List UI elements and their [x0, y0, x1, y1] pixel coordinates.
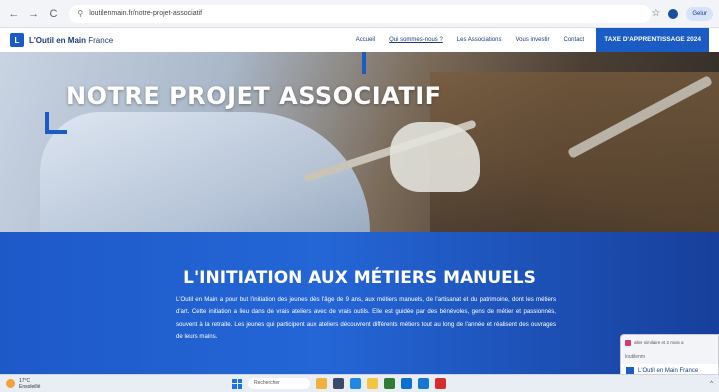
- section-title: L'INITIATION AUX MÉTIERS MANUELS: [183, 268, 536, 288]
- windows-start-icon[interactable]: [232, 378, 242, 389]
- tray-chevron-icon[interactable]: ^: [710, 381, 713, 387]
- site-logo-text[interactable]: L'Outil en Main France: [29, 36, 113, 45]
- brand-name: L'Outil en Main: [29, 35, 87, 45]
- weather-widget[interactable]: 17°C Ensoleillé: [19, 378, 40, 390]
- weather-sun-icon[interactable]: [6, 379, 15, 388]
- logo-icon[interactable]: L: [10, 33, 24, 47]
- hero-top-accent: [362, 52, 366, 74]
- browser-toolbar: ← → C ⚲ loutilenmain.fr/notre-projet-ass…: [0, 0, 719, 28]
- brand-country: France: [86, 35, 114, 45]
- weather-label: Ensoleillé: [19, 383, 41, 390]
- mini-tab[interactable]: aller similaire et 2 mois a: [621, 335, 718, 350]
- hero-glove-shape: [390, 122, 480, 192]
- forward-button[interactable]: →: [26, 6, 42, 22]
- word-icon[interactable]: [401, 378, 412, 389]
- profile-icon[interactable]: [668, 8, 679, 19]
- back-button[interactable]: ←: [6, 6, 22, 22]
- bookmark-star-icon[interactable]: ☆: [651, 8, 660, 19]
- taskbar-center: Rechercher: [232, 378, 446, 389]
- main-menu: Accueil Qui sommes-nous ? Les Associatio…: [342, 28, 709, 52]
- site-info-icon[interactable]: ⚲: [77, 9, 83, 18]
- reload-button[interactable]: C: [46, 6, 62, 22]
- menu-item-contact[interactable]: Contact: [564, 37, 585, 43]
- edge-browser-icon[interactable]: [350, 378, 361, 389]
- app-red-icon[interactable]: [435, 378, 446, 389]
- mini-tab-title: aller similaire et 2 mois a: [634, 340, 684, 345]
- menu-item-accueil[interactable]: Accueil: [356, 37, 375, 43]
- mini-url-text: loutilenm: [625, 354, 646, 360]
- site-header: L L'Outil en Main France Accueil Qui som…: [0, 28, 719, 52]
- widgets-icon[interactable]: [316, 378, 327, 389]
- mini-tab-favicon-icon: [625, 339, 631, 346]
- menu-item-associations[interactable]: Les Associations: [457, 37, 502, 43]
- page-title: NOTRE PROJET ASSOCIATIF: [66, 82, 442, 110]
- mail-icon[interactable]: [418, 378, 429, 389]
- menu-item-vous-investir[interactable]: Vous investir: [515, 37, 549, 43]
- taskbar: 17°C Ensoleillé Rechercher ^: [0, 374, 719, 392]
- chrome-icon[interactable]: [384, 378, 395, 389]
- address-bar[interactable]: ⚲ loutilenmain.fr/notre-projet-associati…: [69, 4, 652, 23]
- profile-pill[interactable]: Gelur: [686, 6, 714, 21]
- initiation-section: L'INITIATION AUX MÉTIERS MANUELS L'Outil…: [0, 232, 719, 374]
- hero-banner: NOTRE PROJET ASSOCIATIF: [0, 52, 719, 232]
- mini-address-bar[interactable]: loutilenm: [621, 350, 718, 364]
- section-body: L'Outil en Main a pour but l'initiation …: [176, 296, 556, 340]
- taskbar-search[interactable]: Rechercher: [248, 378, 310, 389]
- file-explorer-icon[interactable]: [367, 378, 378, 389]
- menu-item-qui-sommes-nous[interactable]: Qui sommes-nous ?: [389, 37, 443, 43]
- system-tray: ^: [710, 381, 713, 387]
- hero-corner-accent-horizontal: [45, 130, 67, 134]
- task-view-icon[interactable]: [333, 378, 344, 389]
- url-text: loutilenmain.fr/notre-projet-associatif: [89, 10, 203, 17]
- taxe-apprentissage-button[interactable]: TAXE D'APPRENTISSAGE 2024: [596, 28, 709, 52]
